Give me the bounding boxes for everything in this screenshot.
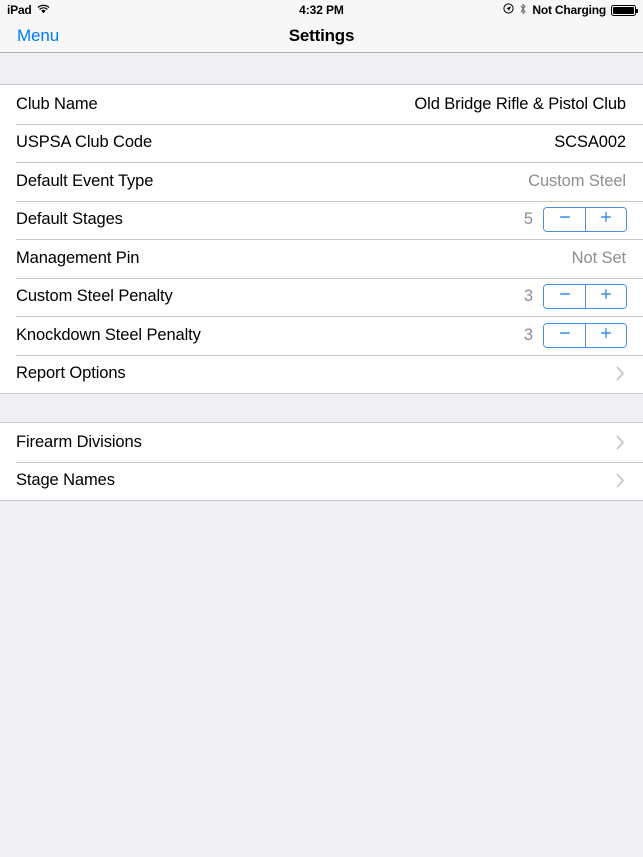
row-value: SCSA002 [554,133,626,152]
plus-icon [599,287,613,306]
row-label: Management Pin [16,248,140,267]
location-services-icon [503,3,515,17]
knockdown-steel-penalty-value: 3 [523,325,533,344]
plus-icon [599,210,613,229]
row-default-stages: Default Stages 5 [0,200,643,239]
row-label: Report Options [16,364,126,383]
row-label: Firearm Divisions [16,432,142,451]
knockdown-steel-penalty-decrement-button[interactable] [544,323,585,347]
chevron-right-icon [615,432,627,452]
row-uspsa-club-code[interactable]: USPSA Club Code SCSA002 [0,123,643,162]
plus-icon [599,326,613,345]
row-value: Not Set [571,248,626,267]
row-value: Old Bridge Rifle & Pistol Club [414,94,626,113]
status-bar-right: Not Charging [503,3,638,18]
custom-steel-penalty-increment-button[interactable] [585,285,626,309]
knockdown-steel-penalty-stepper[interactable] [543,322,627,348]
custom-steel-penalty-value: 3 [523,287,533,306]
row-value: Custom Steel [528,171,626,190]
page-title: Settings [288,26,355,45]
chevron-right-icon [615,471,627,491]
row-label: Default Stages [16,210,123,229]
row-label: Custom Steel Penalty [16,287,173,306]
battery-status-label: Not Charging [532,3,606,17]
navigation-bar: Menu Settings [0,20,643,53]
default-stages-value: 5 [523,210,533,229]
settings-section-club: Club Name Old Bridge Rifle & Pistol Club… [0,84,643,394]
row-label: Default Event Type [16,171,154,190]
row-custom-steel-penalty: Custom Steel Penalty 3 [0,277,643,316]
chevron-right-icon [615,364,627,384]
minus-icon [558,210,572,229]
minus-icon [558,326,572,345]
status-bar: iPad 4:32 PM Not Charging [0,0,643,20]
settings-table: Club Name Old Bridge Rifle & Pistol Club… [0,53,643,856]
section-gap-middle [0,394,643,422]
row-club-name[interactable]: Club Name Old Bridge Rifle & Pistol Club [0,85,643,124]
default-stages-stepper[interactable] [543,207,627,233]
custom-steel-penalty-stepper[interactable] [543,284,627,310]
row-label: Club Name [16,94,98,113]
row-management-pin[interactable]: Management Pin Not Set [0,239,643,278]
row-default-event-type[interactable]: Default Event Type Custom Steel [0,162,643,201]
row-knockdown-steel-penalty: Knockdown Steel Penalty 3 [0,316,643,355]
settings-section-lists: Firearm Divisions Stage Names [0,422,643,501]
row-label: Knockdown Steel Penalty [16,325,201,344]
row-label: Stage Names [16,471,115,490]
knockdown-steel-penalty-increment-button[interactable] [585,323,626,347]
section-gap-top [0,53,643,84]
row-label: USPSA Club Code [16,133,153,152]
ipad-settings-screen: iPad 4:32 PM Not Charging Menu Settings … [0,0,643,857]
bluetooth-icon [519,3,527,18]
custom-steel-penalty-decrement-button[interactable] [544,285,585,309]
battery-fill [613,6,634,14]
default-stages-decrement-button[interactable] [544,208,585,232]
minus-icon [558,287,572,306]
default-stages-increment-button[interactable] [585,208,626,232]
battery-full-icon [611,4,638,16]
row-firearm-divisions[interactable]: Firearm Divisions [0,423,643,462]
row-stage-names[interactable]: Stage Names [0,461,643,500]
row-report-options[interactable]: Report Options [0,354,643,393]
